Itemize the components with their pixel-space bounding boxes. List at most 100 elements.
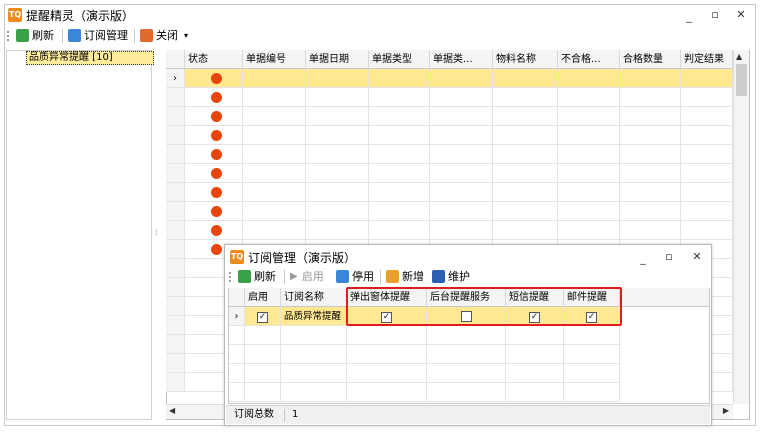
table-cell[interactable] bbox=[620, 69, 681, 88]
refresh-button[interactable]: 刷新 bbox=[16, 27, 54, 43]
row-indicator[interactable] bbox=[166, 240, 185, 259]
table-cell[interactable] bbox=[306, 183, 369, 202]
enabled-checkbox[interactable]: ✓ bbox=[257, 312, 268, 323]
table-cell[interactable] bbox=[306, 164, 369, 183]
table-cell[interactable] bbox=[369, 202, 430, 221]
table-cell[interactable] bbox=[243, 88, 306, 107]
column-header[interactable]: 状态 bbox=[185, 50, 243, 69]
table-cell[interactable] bbox=[558, 183, 620, 202]
table-cell[interactable] bbox=[430, 145, 493, 164]
table-cell[interactable] bbox=[430, 183, 493, 202]
table-cell[interactable] bbox=[620, 183, 681, 202]
table-cell[interactable] bbox=[620, 88, 681, 107]
table-cell[interactable] bbox=[369, 107, 430, 126]
scroll-left-icon[interactable]: ◀ bbox=[169, 406, 175, 415]
table-cell[interactable] bbox=[430, 221, 493, 240]
table-cell[interactable] bbox=[243, 107, 306, 126]
table-cell[interactable] bbox=[558, 126, 620, 145]
table-cell[interactable] bbox=[681, 69, 733, 88]
table-cell[interactable] bbox=[558, 202, 620, 221]
table-cell[interactable] bbox=[369, 88, 430, 107]
table-cell[interactable] bbox=[620, 221, 681, 240]
column-header[interactable]: 单据编号 bbox=[243, 50, 306, 69]
table-cell[interactable] bbox=[243, 164, 306, 183]
table-cell[interactable] bbox=[681, 164, 733, 183]
table-cell[interactable] bbox=[493, 69, 558, 88]
table-cell[interactable] bbox=[369, 183, 430, 202]
table-cell[interactable] bbox=[493, 164, 558, 183]
table-cell[interactable] bbox=[493, 145, 558, 164]
table-cell[interactable] bbox=[620, 164, 681, 183]
maintain-button[interactable]: 维护 bbox=[432, 268, 470, 284]
table-cell[interactable] bbox=[493, 126, 558, 145]
maximize-icon[interactable]: ▫ bbox=[704, 6, 726, 24]
disable-button[interactable]: 停用 bbox=[336, 268, 374, 284]
table-cell[interactable] bbox=[430, 164, 493, 183]
table-cell[interactable] bbox=[620, 202, 681, 221]
table-cell[interactable] bbox=[306, 126, 369, 145]
column-header[interactable]: 单据类... bbox=[430, 50, 493, 69]
table-cell[interactable] bbox=[620, 126, 681, 145]
scroll-right-icon[interactable]: ▶ bbox=[723, 406, 729, 415]
row-indicator[interactable]: › bbox=[229, 307, 245, 326]
scroll-thumb[interactable] bbox=[736, 64, 747, 96]
table-cell[interactable] bbox=[430, 126, 493, 145]
row-indicator[interactable] bbox=[166, 202, 185, 221]
column-header[interactable]: 单据类型 bbox=[369, 50, 430, 69]
splitter-handle[interactable]: ⁞ bbox=[155, 228, 158, 237]
sub-toolbar-grip[interactable] bbox=[229, 272, 231, 282]
row-indicator[interactable]: › bbox=[166, 69, 185, 88]
row-indicator[interactable] bbox=[166, 278, 185, 297]
table-cell[interactable] bbox=[620, 107, 681, 126]
table-cell[interactable] bbox=[243, 183, 306, 202]
scroll-up-icon[interactable]: ▲ bbox=[736, 52, 742, 61]
table-cell[interactable] bbox=[493, 88, 558, 107]
table-cell[interactable] bbox=[306, 107, 369, 126]
column-header[interactable]: 启用 bbox=[245, 288, 281, 307]
table-cell[interactable] bbox=[493, 202, 558, 221]
table-cell[interactable] bbox=[369, 221, 430, 240]
table-cell[interactable] bbox=[243, 145, 306, 164]
row-indicator[interactable] bbox=[166, 373, 185, 392]
tree-item-quality-alert[interactable]: 品质异常提醒 [10] bbox=[26, 51, 154, 65]
table-cell[interactable] bbox=[493, 183, 558, 202]
sub-refresh-button[interactable]: 刷新 bbox=[238, 268, 276, 284]
row-indicator[interactable] bbox=[166, 316, 185, 335]
row-indicator[interactable] bbox=[166, 107, 185, 126]
table-cell[interactable] bbox=[306, 202, 369, 221]
sub-close-icon[interactable]: ✕ bbox=[686, 248, 708, 266]
table-cell[interactable] bbox=[306, 221, 369, 240]
minimize-icon[interactable]: _ bbox=[678, 8, 700, 26]
table-cell[interactable] bbox=[369, 126, 430, 145]
table-cell[interactable] bbox=[681, 202, 733, 221]
table-cell[interactable] bbox=[243, 202, 306, 221]
row-indicator[interactable] bbox=[166, 354, 185, 373]
table-cell[interactable] bbox=[558, 145, 620, 164]
toolbar-grip[interactable] bbox=[7, 31, 9, 41]
table-cell[interactable] bbox=[369, 164, 430, 183]
table-cell[interactable] bbox=[681, 107, 733, 126]
close-button[interactable]: 关闭 ▾ bbox=[140, 27, 188, 43]
column-header[interactable]: 判定结果 bbox=[681, 50, 733, 69]
row-indicator[interactable] bbox=[166, 183, 185, 202]
table-cell[interactable] bbox=[681, 126, 733, 145]
table-cell[interactable] bbox=[306, 88, 369, 107]
table-cell[interactable] bbox=[243, 126, 306, 145]
table-cell[interactable] bbox=[681, 183, 733, 202]
subscribe-manage-button[interactable]: 订阅管理 bbox=[68, 27, 128, 43]
table-cell[interactable] bbox=[430, 88, 493, 107]
table-cell[interactable] bbox=[558, 107, 620, 126]
row-indicator[interactable] bbox=[166, 88, 185, 107]
add-button[interactable]: 新增 bbox=[386, 268, 424, 284]
table-cell[interactable] bbox=[243, 221, 306, 240]
table-cell[interactable] bbox=[558, 88, 620, 107]
table-cell[interactable] bbox=[430, 69, 493, 88]
table-cell[interactable] bbox=[681, 145, 733, 164]
row-indicator[interactable] bbox=[166, 297, 185, 316]
table-cell[interactable] bbox=[620, 145, 681, 164]
table-cell[interactable] bbox=[243, 69, 306, 88]
table-cell[interactable] bbox=[430, 202, 493, 221]
sub-maximize-icon[interactable]: ▫ bbox=[658, 248, 680, 266]
table-cell[interactable] bbox=[369, 145, 430, 164]
table-cell[interactable] bbox=[558, 221, 620, 240]
